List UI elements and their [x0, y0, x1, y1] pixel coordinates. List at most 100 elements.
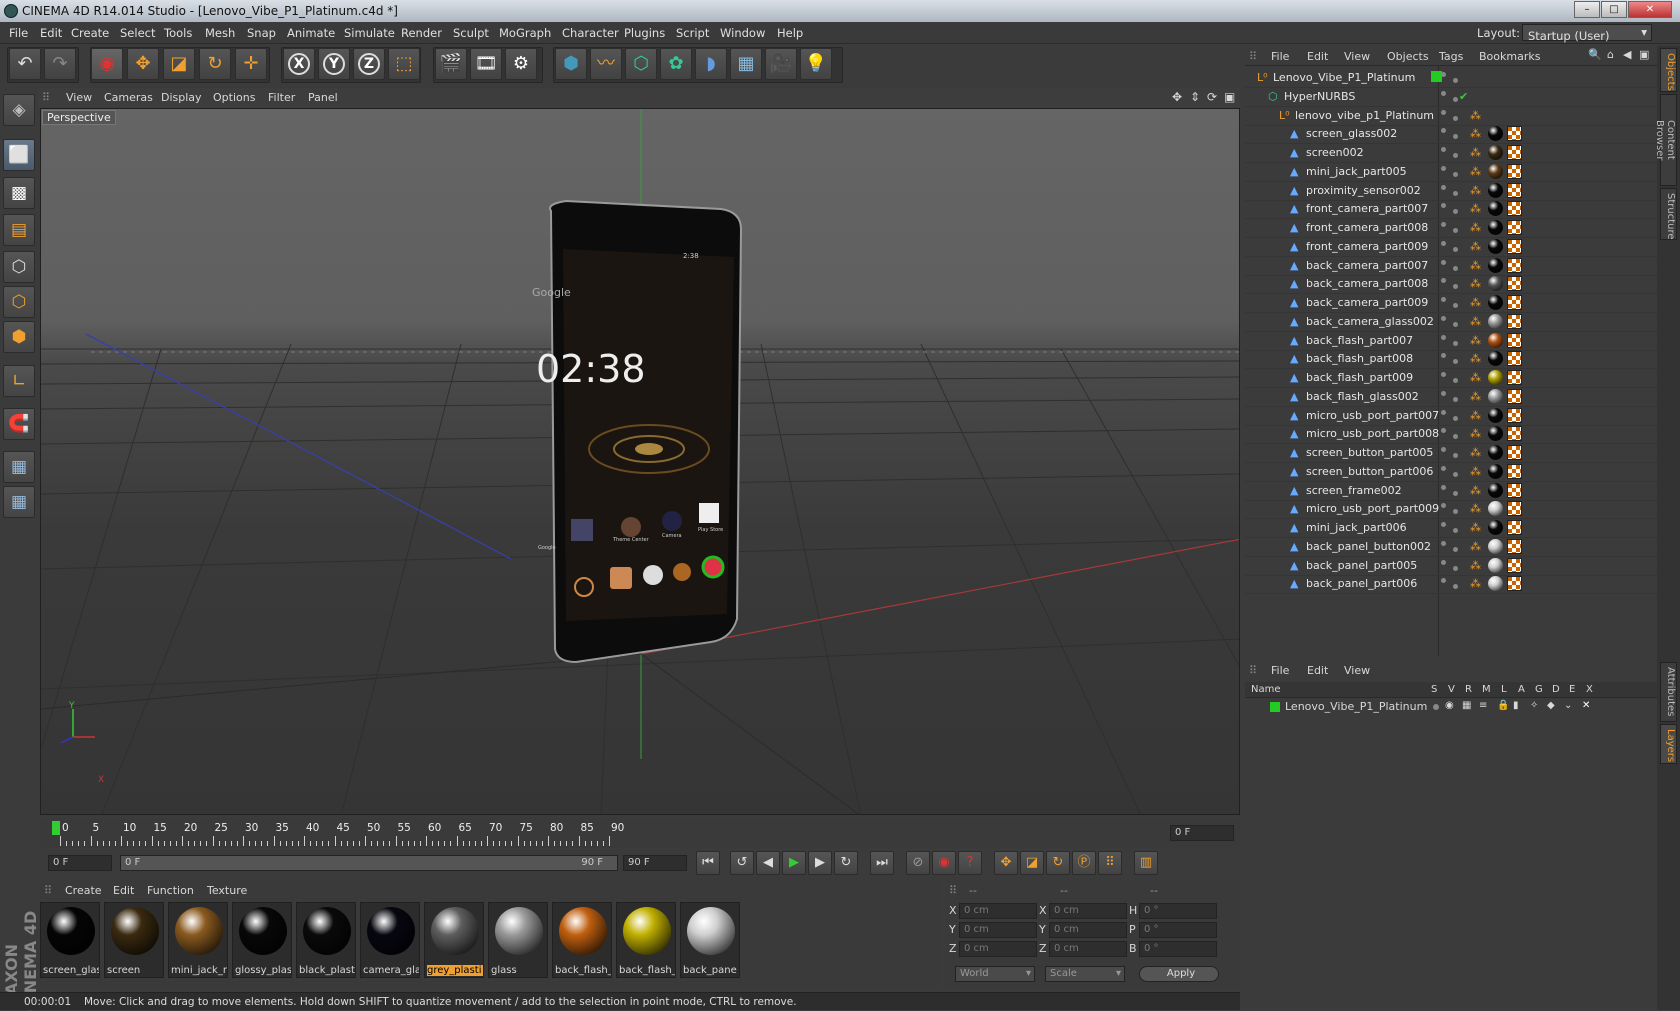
axis-mode-icon[interactable]: ∟ — [3, 365, 35, 397]
render-visibility-dot[interactable] — [1453, 209, 1458, 215]
subdivision-surface-icon[interactable]: ⬡ — [625, 48, 657, 80]
coord-value-field[interactable]: 0 cm — [1049, 941, 1127, 957]
phong-tag-icon[interactable]: ⁂ — [1470, 484, 1481, 497]
undo-icon[interactable]: ↶ — [9, 48, 41, 80]
spline-pen-icon[interactable]: 〰 — [590, 48, 622, 80]
texture-mode-icon[interactable]: ▩ — [3, 177, 35, 209]
material-tag-icon[interactable] — [1488, 576, 1503, 592]
texture-tag-icon[interactable] — [1507, 538, 1522, 554]
key-pla-icon[interactable]: ⠿ — [1098, 851, 1122, 875]
texture-tag-icon[interactable] — [1507, 576, 1522, 592]
light-icon[interactable]: 💡 — [800, 48, 832, 80]
render-visibility-dot[interactable] — [1453, 134, 1458, 140]
object-menu-bookmarks[interactable]: Bookmarks — [1479, 50, 1540, 63]
material-tag-icon[interactable] — [1488, 220, 1503, 235]
menu-window[interactable]: Window — [720, 26, 765, 40]
menu-help[interactable]: Help — [777, 26, 803, 40]
material-tag-icon[interactable] — [1488, 257, 1503, 273]
material-swatch[interactable]: glossy_plas — [232, 902, 292, 978]
texture-tag-icon[interactable] — [1507, 501, 1522, 517]
menu-simulate[interactable]: Simulate — [344, 26, 395, 40]
editor-visibility-dot[interactable] — [1441, 559, 1446, 565]
phong-tag-icon[interactable]: ⁂ — [1470, 334, 1481, 347]
render-visibility-dot[interactable] — [1453, 584, 1458, 590]
workplane-icon[interactable]: ▤ — [3, 214, 35, 246]
viewport-menu-panel[interactable]: Panel — [308, 91, 338, 104]
coord-value-field[interactable]: 0 cm — [1049, 903, 1127, 919]
render-visibility-dot[interactable] — [1453, 96, 1458, 102]
texture-tag-icon[interactable] — [1507, 313, 1522, 329]
phong-tag-icon[interactable]: ⁂ — [1470, 146, 1481, 159]
rotate-icon[interactable]: ↻ — [199, 48, 231, 80]
menu-tools[interactable]: Tools — [164, 26, 192, 40]
object-row[interactable]: ▲ micro_usb_port_part009 ⁂ — [1245, 499, 1657, 520]
menu-script[interactable]: Script — [676, 26, 709, 40]
phong-tag-icon[interactable]: ⁂ — [1470, 521, 1481, 534]
editor-visibility-dot[interactable] — [1441, 428, 1446, 434]
editor-visibility-dot[interactable] — [1441, 147, 1446, 152]
phong-tag-icon[interactable]: ⁂ — [1470, 409, 1481, 422]
phong-tag-icon[interactable]: ⁂ — [1470, 540, 1481, 553]
tab-attributes[interactable]: Attributes — [1660, 662, 1677, 722]
object-row[interactable]: ▲ back_panel_button002 ⁂ — [1245, 537, 1657, 557]
deformer-icon[interactable]: ◆ — [1547, 700, 1555, 711]
render-picture-viewer-icon[interactable]: 🎞 — [470, 48, 502, 80]
object-row[interactable]: ▲ back_camera_part009 ⁂ — [1245, 293, 1657, 313]
record-keys-icon[interactable]: ⊘ — [906, 851, 930, 875]
render-visibility-dot[interactable] — [1453, 340, 1458, 346]
key-position-icon[interactable]: ✥ — [994, 851, 1018, 875]
render-visibility-dot[interactable] — [1453, 78, 1458, 83]
material-menu-create[interactable]: Create — [65, 884, 102, 897]
object-row[interactable]: ▲ screen_frame002 ⁂ — [1245, 481, 1657, 501]
coord-value-field[interactable]: 0 cm — [959, 922, 1037, 938]
texture-tag-icon[interactable] — [1507, 126, 1522, 142]
object-row[interactable]: ▲ back_camera_part007 ⁂ — [1245, 256, 1657, 276]
object-row[interactable]: ⬡ HyperNURBS ✔ — [1245, 87, 1657, 107]
viewport-menu-display[interactable]: Display — [161, 91, 202, 104]
phong-tag-icon[interactable]: ⁂ — [1470, 240, 1481, 253]
layer-menu-view[interactable]: View — [1344, 664, 1370, 677]
material-tag-icon[interactable] — [1488, 163, 1503, 179]
next-frame-icon[interactable]: ▶ — [808, 851, 832, 875]
texture-tag-icon[interactable] — [1507, 238, 1522, 254]
texture-tag-icon[interactable] — [1507, 463, 1522, 479]
y-axis-icon[interactable]: Y — [318, 48, 350, 80]
minimize-button[interactable]: – — [1574, 1, 1600, 18]
object-row[interactable]: ▲ front_camera_part009 ⁂ — [1245, 237, 1657, 257]
render-visibility-dot[interactable] — [1453, 115, 1458, 121]
coord-value-field[interactable]: 0 ° — [1139, 903, 1217, 919]
cube-icon[interactable]: ⬢ — [555, 48, 587, 80]
tab-layers[interactable]: Layers — [1660, 724, 1677, 764]
edges-mode-icon[interactable]: ⬡ — [3, 286, 35, 318]
editor-visibility-dot[interactable] — [1441, 578, 1446, 584]
material-tag-icon[interactable] — [1488, 201, 1503, 217]
phong-tag-icon[interactable]: ⁂ — [1470, 559, 1481, 572]
editor-visibility-dot[interactable] — [1441, 540, 1446, 546]
coord-value-field[interactable]: 0 ° — [1139, 922, 1217, 938]
key-rotation-icon[interactable]: ↻ — [1046, 851, 1070, 875]
scale-icon[interactable]: ◪ — [163, 48, 195, 80]
object-row[interactable]: ▲ back_flash_glass002 ⁂ — [1245, 387, 1657, 407]
object-row[interactable]: ▲ back_panel_part005 ⁂ — [1245, 556, 1657, 576]
texture-tag-icon[interactable] — [1507, 201, 1522, 217]
material-menu-texture[interactable]: Texture — [207, 884, 247, 897]
locked-workplane-icon[interactable]: ▦ — [3, 451, 35, 483]
key-parameter-icon[interactable]: Ⓟ — [1072, 851, 1096, 875]
key-scale-icon[interactable]: ◪ — [1020, 851, 1044, 875]
menu-create[interactable]: Create — [71, 26, 109, 40]
material-swatch[interactable]: camera_gla — [360, 902, 420, 978]
new-window-icon[interactable]: ▣ — [1639, 48, 1649, 61]
tab-content-browser[interactable]: Content Browser — [1654, 94, 1677, 186]
material-tag-icon[interactable] — [1488, 538, 1503, 554]
editor-visibility-dot[interactable] — [1441, 128, 1446, 134]
render-visibility-dot[interactable] — [1453, 415, 1458, 421]
material-swatch[interactable]: back_flash_ — [552, 902, 612, 978]
texture-tag-icon[interactable] — [1507, 276, 1522, 292]
editor-visibility-dot[interactable] — [1441, 109, 1446, 115]
coord-mode-select[interactable]: World ▾ — [955, 966, 1035, 982]
render-visibility-dot[interactable] — [1453, 359, 1458, 365]
editor-visibility-dot[interactable] — [1441, 222, 1446, 227]
render-visibility-dot[interactable] — [1453, 509, 1458, 515]
phong-tag-icon[interactable]: ⁂ — [1470, 390, 1481, 403]
menu-animate[interactable]: Animate — [287, 26, 335, 40]
